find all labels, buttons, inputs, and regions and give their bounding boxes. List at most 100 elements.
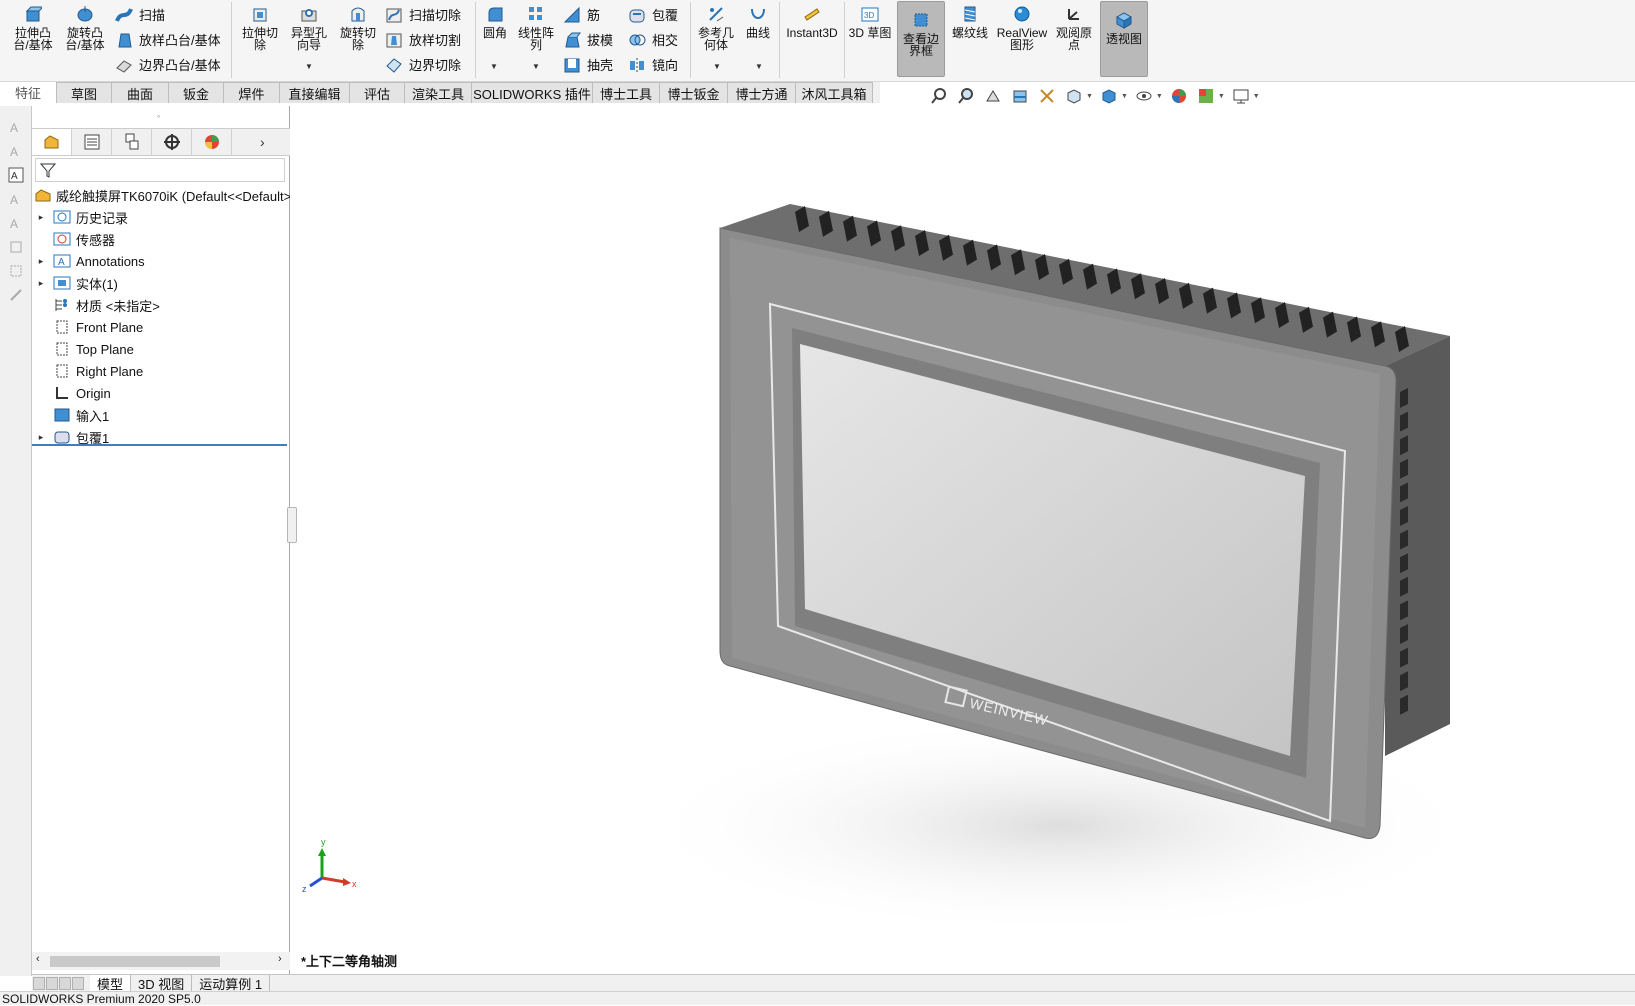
loft-boss-button[interactable]: 放样凸台/基体 <box>115 30 221 49</box>
note-icon[interactable]: A <box>5 140 27 162</box>
edit-appearance-icon[interactable] <box>1168 86 1190 106</box>
scroll-right-icon[interactable]: › <box>278 953 282 965</box>
tree-item[interactable]: Right Plane <box>32 360 290 382</box>
draft-button[interactable]: 拔模 <box>563 30 613 49</box>
lofted-cut-button[interactable]: 放样切割 <box>385 30 461 49</box>
shell-button[interactable]: 抽壳 <box>563 55 613 74</box>
dimxpert-tab-icon[interactable] <box>152 129 192 155</box>
tab-doctor-tube[interactable]: 博士方通 <box>728 82 796 103</box>
tab-model[interactable]: 模型 <box>90 974 132 992</box>
expand-arrow-icon[interactable]: ▸ <box>36 432 46 443</box>
smart-annotation-icon[interactable]: A <box>5 164 27 186</box>
tree-filter-field[interactable] <box>35 158 285 182</box>
tab-sketch[interactable]: 草图 <box>57 82 112 103</box>
apply-scene-dropdown-icon[interactable]: ▼ <box>1218 93 1225 100</box>
boundary-boss-button[interactable]: 边界凸台/基体 <box>115 55 221 74</box>
stack-icon[interactable] <box>5 236 27 258</box>
swept-cut-button[interactable]: 扫描切除 <box>385 5 461 24</box>
tree-item[interactable]: 传感器 <box>32 228 290 250</box>
pattern-dropdown-icon[interactable]: ▼ <box>532 62 540 71</box>
dynamic-annotation-icon[interactable] <box>1036 86 1058 106</box>
scroll-thumb[interactable] <box>50 956 220 967</box>
scroll-left-icon[interactable]: ‹ <box>36 953 40 965</box>
tree-item[interactable]: ▸ A Annotations <box>32 250 290 272</box>
tab-sheet-metal[interactable]: 钣金 <box>169 82 224 103</box>
zoom-to-fit-icon[interactable] <box>928 86 950 106</box>
tree-item[interactable]: ▸ 历史记录 <box>32 206 290 228</box>
text-icon[interactable]: A <box>5 116 27 138</box>
extrude-boss-button[interactable]: 拉伸凸 台/基体 <box>10 4 56 51</box>
tab-render-tools[interactable]: 渲染工具 <box>405 82 472 103</box>
view-settings-icon[interactable] <box>1230 86 1252 106</box>
previous-view-icon[interactable] <box>982 86 1004 106</box>
annotation-icon[interactable]: A <box>5 188 27 210</box>
next-tab-nav-icon[interactable] <box>59 976 71 990</box>
apply-scene-icon[interactable] <box>1195 86 1217 106</box>
mirror-button[interactable]: 镜向 <box>628 55 678 74</box>
tab-mufeng-toolbox[interactable]: 沐风工具箱 <box>796 82 873 103</box>
tab-surfaces[interactable]: 曲面 <box>112 82 169 103</box>
tab-evaluate[interactable]: 评估 <box>350 82 405 103</box>
realview-button[interactable]: RealView 图形 <box>996 4 1048 51</box>
thread-button[interactable]: 螺纹线 <box>948 4 992 39</box>
hide-show-items-icon[interactable] <box>1133 86 1155 106</box>
expand-arrow-icon[interactable]: ▸ <box>36 256 46 267</box>
feature-manager-tab-icon[interactable] <box>32 129 72 155</box>
view-orientation-icon[interactable] <box>1063 86 1085 106</box>
prev-tab-nav-icon[interactable] <box>46 976 58 990</box>
tab-doctor-sheet-metal[interactable]: 博士钣金 <box>660 82 728 103</box>
tab-weldments[interactable]: 焊件 <box>224 82 280 103</box>
hide-show-dropdown-icon[interactable]: ▼ <box>1156 93 1163 100</box>
expand-arrow-icon[interactable]: ▸ <box>36 278 46 289</box>
revolve-cut-button[interactable]: 旋转切 除 <box>336 4 380 51</box>
chain-icon[interactable] <box>5 284 27 306</box>
view-settings-dropdown-icon[interactable]: ▼ <box>1253 93 1260 100</box>
perspective-button[interactable]: 透视图 <box>1100 1 1148 77</box>
display-style-dropdown-icon[interactable]: ▼ <box>1121 93 1128 100</box>
tree-root-part[interactable]: 威纶触摸屏TK6070iK (Default<<Default> <box>32 184 290 206</box>
display-manager-tab-icon[interactable] <box>192 129 232 155</box>
expand-arrow-icon[interactable]: ▸ <box>36 212 46 223</box>
tab-motion-study[interactable]: 运动算例 1 <box>192 974 271 992</box>
view-orientation-dropdown-icon[interactable]: ▼ <box>1086 93 1093 100</box>
zoom-to-area-icon[interactable] <box>955 86 977 106</box>
extrude-cut-button[interactable]: 拉伸切 除 <box>238 4 282 51</box>
rollback-bar[interactable] <box>32 444 287 446</box>
curves-dropdown-icon[interactable]: ▼ <box>755 62 763 71</box>
graphics-area[interactable]: WEINVIEW y x z <box>290 106 1635 974</box>
display-style-icon[interactable] <box>1098 86 1120 106</box>
tree-item[interactable]: Top Plane <box>32 338 290 360</box>
tab-doctor-tools[interactable]: 博士工具 <box>593 82 660 103</box>
panel-grip-icon[interactable]: ◦ <box>157 111 160 121</box>
reference-geometry-button[interactable]: 参考几 何体 <box>695 4 737 51</box>
wrap-button[interactable]: 包覆 <box>628 5 678 24</box>
tree-item[interactable]: Front Plane <box>32 316 290 338</box>
instant3d-button[interactable]: Instant3D <box>784 4 840 39</box>
last-tab-nav-icon[interactable] <box>72 976 84 990</box>
3d-sketch-button[interactable]: 3D 3D 草图 <box>847 4 893 39</box>
tree-item[interactable]: 输入1 <box>32 404 290 426</box>
fillet-dropdown-icon[interactable]: ▼ <box>490 62 498 71</box>
tree-item[interactable]: Origin <box>32 382 290 404</box>
tree-item[interactable]: 材质 <未指定> <box>32 294 290 316</box>
boundary-cut-button[interactable]: 边界切除 <box>385 55 461 74</box>
fillet-button[interactable]: 圆角 <box>478 4 512 39</box>
tab-direct-editing[interactable]: 直接编辑 <box>280 82 350 103</box>
bounding-box-button[interactable]: 查看边 界框 <box>897 1 945 77</box>
annotation-alt-icon[interactable]: A <box>5 212 27 234</box>
hole-wizard-button[interactable]: 异型孔 向导 <box>287 4 331 51</box>
tab-3d-views[interactable]: 3D 视图 <box>131 974 193 992</box>
tab-features[interactable]: 特征 <box>0 82 57 103</box>
first-tab-nav-icon[interactable] <box>33 976 45 990</box>
tree-item[interactable]: ▸ 实体(1) <box>32 272 290 294</box>
tab-solidworks-addins[interactable]: SOLIDWORKS 插件 <box>472 82 593 103</box>
panel-tabs-more-icon[interactable]: › <box>260 134 265 150</box>
linear-pattern-button[interactable]: 线性阵 列 <box>516 4 556 51</box>
intersect-button[interactable]: 相交 <box>628 30 678 49</box>
configuration-manager-tab-icon[interactable] <box>112 129 152 155</box>
revolve-boss-button[interactable]: 旋转凸 台/基体 <box>62 4 108 51</box>
sweep-button[interactable]: 扫描 <box>115 5 165 24</box>
section-view-icon[interactable] <box>1009 86 1031 106</box>
view-origin-button[interactable]: 观阅原 点 <box>1052 4 1096 51</box>
rib-button[interactable]: 筋 <box>563 5 600 24</box>
